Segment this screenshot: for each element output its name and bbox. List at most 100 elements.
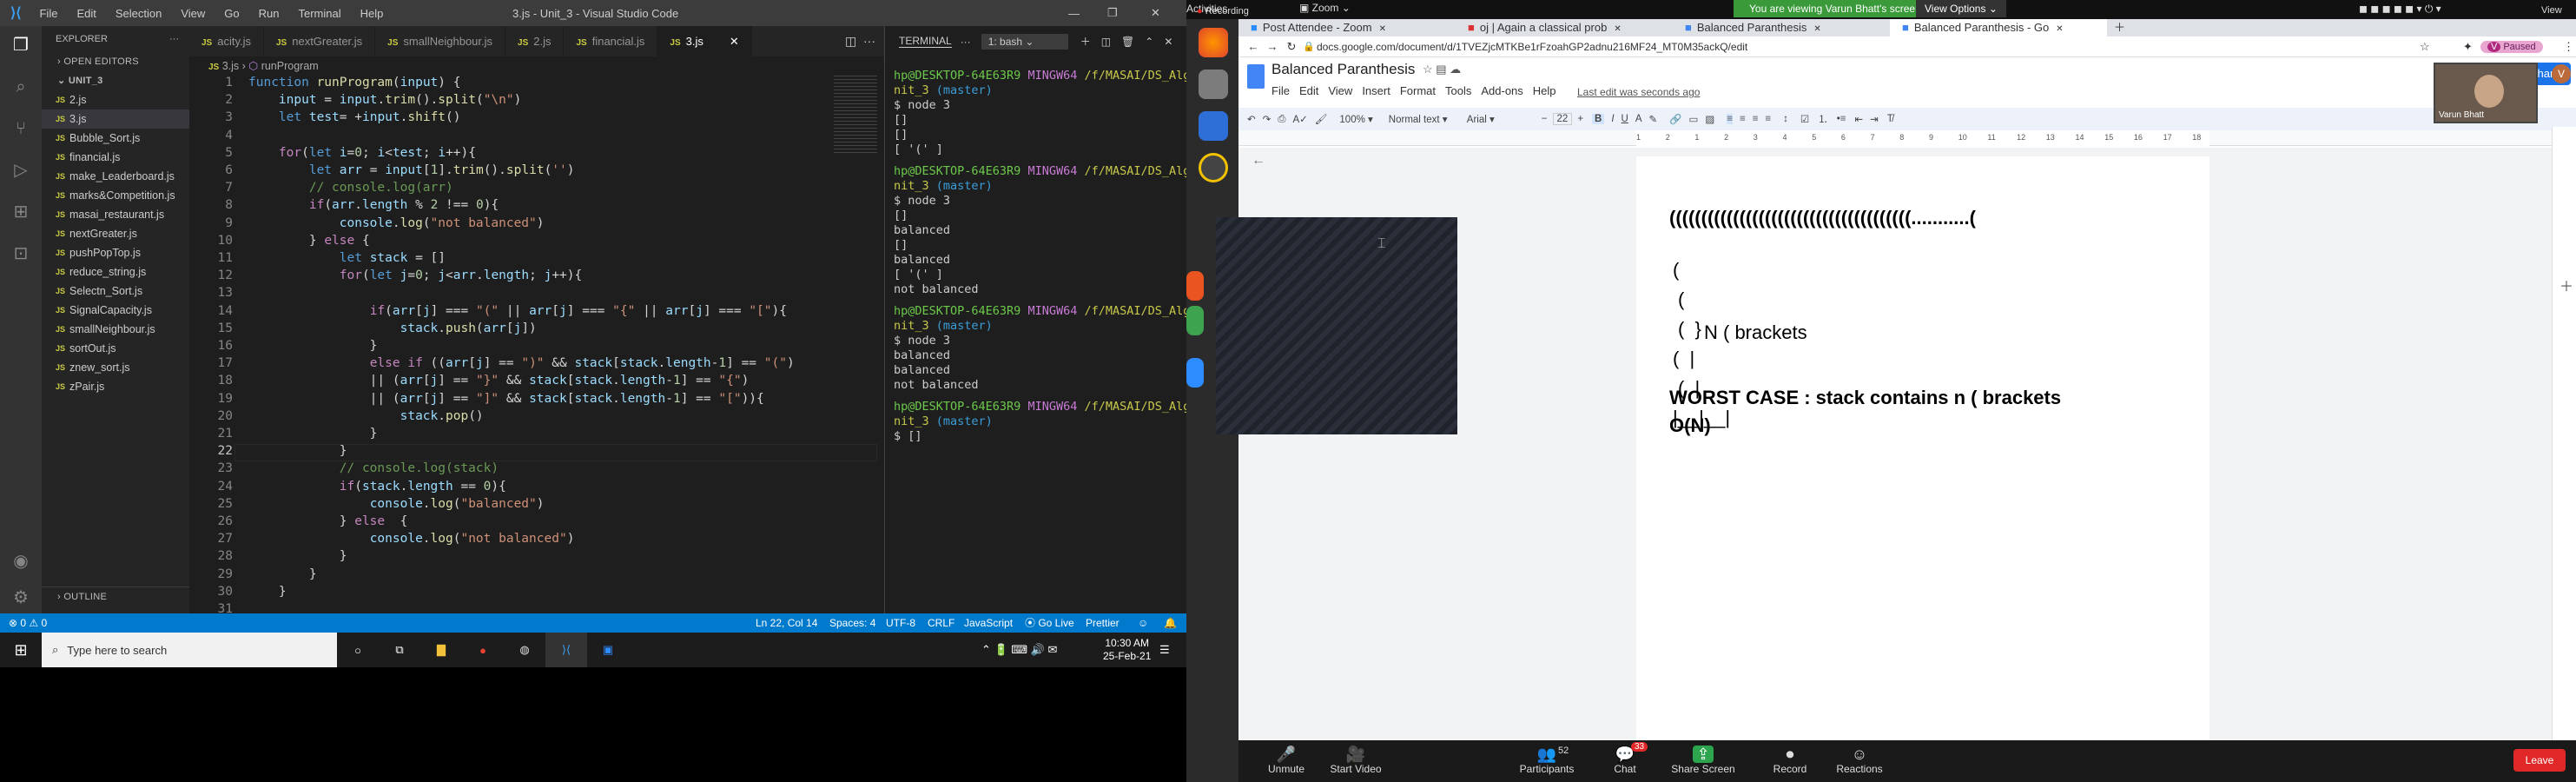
highlight-icon[interactable]: ✎ <box>1649 113 1658 125</box>
menu-edit[interactable]: Edit <box>76 7 96 20</box>
line-ending[interactable]: CRLF <box>928 613 954 633</box>
extensions-icon[interactable]: ✦ <box>2463 40 2473 54</box>
new-terminal-icon[interactable]: ＋ <box>1080 34 1091 49</box>
vscode-task-icon[interactable]: ⟩⟨ <box>545 633 587 667</box>
checklist-icon[interactable]: ☑ <box>1800 113 1809 125</box>
style-select[interactable]: Normal text ▾ <box>1389 113 1458 125</box>
view-options-button[interactable]: View Options ⌄ <box>1916 0 2006 17</box>
zoom-unmute-button[interactable]: 🎤 Unmute <box>1247 746 1325 775</box>
last-edit[interactable]: Last edit was seconds ago <box>1577 86 1700 98</box>
zoom-participants-button[interactable]: 👥 Participants 52 <box>1508 746 1586 775</box>
leave-button[interactable]: Leave <box>2513 749 2566 772</box>
editor-tab[interactable]: JS 3.js ✕ <box>657 26 752 56</box>
editor-tab[interactable]: JS acity.js <box>189 26 264 56</box>
breadcrumb-function[interactable]: runProgram <box>261 60 319 72</box>
indent-increase-icon[interactable]: ⇥ <box>1870 113 1879 125</box>
comment-icon[interactable]: ▭ <box>1689 113 1699 125</box>
thunderbird-icon[interactable] <box>1199 111 1228 141</box>
files-app-icon[interactable] <box>1199 70 1228 99</box>
breadcrumb-file[interactable]: 3.js <box>222 60 239 72</box>
chrome-icon[interactable]: ● <box>462 644 504 657</box>
terminal-selector[interactable]: 1: bash ⌄ <box>981 33 1068 50</box>
file-item[interactable]: JS reduce_string.js <box>42 262 189 282</box>
kill-terminal-icon[interactable]: 🗑 <box>1121 36 1134 48</box>
align-left-icon[interactable]: ≡ <box>1727 114 1733 124</box>
menu-file[interactable]: File <box>39 7 57 20</box>
link-icon[interactable]: 🔗 <box>1669 113 1681 125</box>
gdoc-menu-view[interactable]: View <box>1328 84 1352 97</box>
extensions-icon[interactable]: ⊞ <box>10 202 31 222</box>
file-item[interactable]: JS 2.js <box>42 90 189 109</box>
doc-title[interactable]: Balanced Paranthesis <box>1271 61 1415 78</box>
settings-gear-icon[interactable]: ⚙ <box>10 587 31 608</box>
font-size-decrease[interactable]: − <box>1542 114 1548 124</box>
zoom-task-icon[interactable]: ▣ <box>587 643 629 657</box>
more-actions-icon[interactable]: ··· <box>169 26 179 52</box>
editor-tab[interactable]: JS 2.js <box>505 26 565 56</box>
title-icons[interactable]: ☆ ▤ ☁ <box>1423 63 1461 76</box>
file-item[interactable]: JS Bubble_Sort.js <box>42 129 189 148</box>
forward-icon[interactable]: → <box>1263 40 1282 53</box>
add-on-plus-icon[interactable]: ＋ <box>2559 275 2573 295</box>
indentation[interactable]: Spaces: 4 <box>829 613 875 633</box>
prettier-button[interactable]: Prettier <box>1086 613 1120 633</box>
spellcheck-icon[interactable]: A✓ <box>1292 113 1307 125</box>
action-center-icon[interactable]: ☰ <box>1159 643 1170 657</box>
close-button[interactable]: ✕ <box>1151 6 1160 20</box>
remote-explorer-icon[interactable]: ⊡ <box>10 243 31 264</box>
terminal-more-icon[interactable]: ··· <box>961 36 971 48</box>
text-color-icon[interactable]: A <box>1635 114 1642 124</box>
chrome-alt-icon[interactable]: ◍ <box>504 643 545 657</box>
video-thumbnail[interactable]: Varun Bhatt <box>2434 63 2538 123</box>
justify-icon[interactable]: ≡ <box>1765 114 1771 124</box>
menu-selection[interactable]: Selection <box>116 7 162 20</box>
file-item[interactable]: JS pushPopTop.js <box>42 243 189 262</box>
file-item[interactable]: JS financial.js <box>42 148 189 167</box>
italic-icon[interactable]: I <box>1611 114 1614 124</box>
file-item[interactable]: JS masai_restaurant.js <box>42 205 189 224</box>
gdoc-menu-tools[interactable]: Tools <box>1445 84 1471 97</box>
zoom-app-menu[interactable]: ▣ Zoom ⌄ <box>1299 2 1351 14</box>
font-select[interactable]: Arial ▾ <box>1467 113 1536 125</box>
profile-paused[interactable]: V Paused <box>2480 40 2543 53</box>
image-icon[interactable]: ▨ <box>1705 113 1714 125</box>
new-tab-icon[interactable]: ＋ <box>2107 19 2132 36</box>
indent-decrease-icon[interactable]: ⇤ <box>1854 113 1863 125</box>
align-right-icon[interactable]: ≡ <box>1753 114 1759 124</box>
reload-icon[interactable]: ↻ <box>1282 40 1301 54</box>
menu-run[interactable]: Run <box>259 7 280 20</box>
menu-help[interactable]: Help <box>360 7 384 20</box>
menu-view[interactable]: View <box>181 7 205 20</box>
open-editors-header[interactable]: › OPEN EDITORS <box>42 52 189 71</box>
cortana-icon[interactable]: ○ <box>337 644 379 657</box>
code-editor[interactable]: 1 2 3 4 5 6 7 8 9 10 11 12 13 14 15 16 17 18 19 20 21 22 23 24 2… <box>189 76 884 651</box>
taskbar-clock[interactable]: 10:30 AM 25-Feb-21 <box>1103 637 1151 663</box>
account-icon[interactable]: ◉ <box>10 551 31 572</box>
editor-more-icon[interactable]: ··· <box>863 34 875 48</box>
task-view-icon[interactable]: ⧉ <box>379 643 420 657</box>
go-live-button[interactable]: ⦿ Go Live <box>1025 613 1074 633</box>
terminal-output[interactable]: hp@DESKTOP-64E63R9 MINGW64 /f/MASAI/DS_A… <box>885 56 1186 449</box>
font-size-increase[interactable]: + <box>1577 114 1583 124</box>
outline-back-icon[interactable]: ← <box>1252 153 1265 169</box>
cursor-position[interactable]: Ln 22, Col 14 <box>756 613 817 633</box>
browser-tab[interactable]: ■ Balanced Paranthesis - Go ✕ <box>1890 19 2107 36</box>
file-item[interactable]: JS nextGreater.js <box>42 224 189 243</box>
files-icon[interactable]: ❐ <box>10 35 31 56</box>
app-icon[interactable] <box>1199 153 1228 182</box>
windows-start-icon[interactable]: ⊞ <box>0 641 42 659</box>
zoom-dock-icon[interactable] <box>1186 358 1204 388</box>
restore-button[interactable]: ❐ <box>1107 6 1118 20</box>
minimap[interactable] <box>834 76 877 154</box>
clear-format-icon[interactable]: T̸ <box>1887 114 1893 124</box>
doc-page[interactable]: ((((((((((((((((((((((((((((((((((((((..… <box>1636 148 2209 740</box>
undo-icon[interactable]: ↶ <box>1247 113 1256 125</box>
bulleted-list-icon[interactable]: •≡ <box>1837 114 1846 124</box>
gdoc-menu-help[interactable]: Help <box>1533 84 1556 97</box>
chrome-dock-icon[interactable] <box>1186 306 1204 335</box>
back-icon[interactable]: ← <box>1244 40 1263 53</box>
close-panel-icon[interactable]: ✕ <box>1164 36 1172 48</box>
run-debug-icon[interactable]: ▷ <box>10 160 31 181</box>
notifications-icon[interactable]: 🔔 <box>1164 613 1177 633</box>
editor-tab[interactable]: JS nextGreater.js <box>264 26 376 56</box>
